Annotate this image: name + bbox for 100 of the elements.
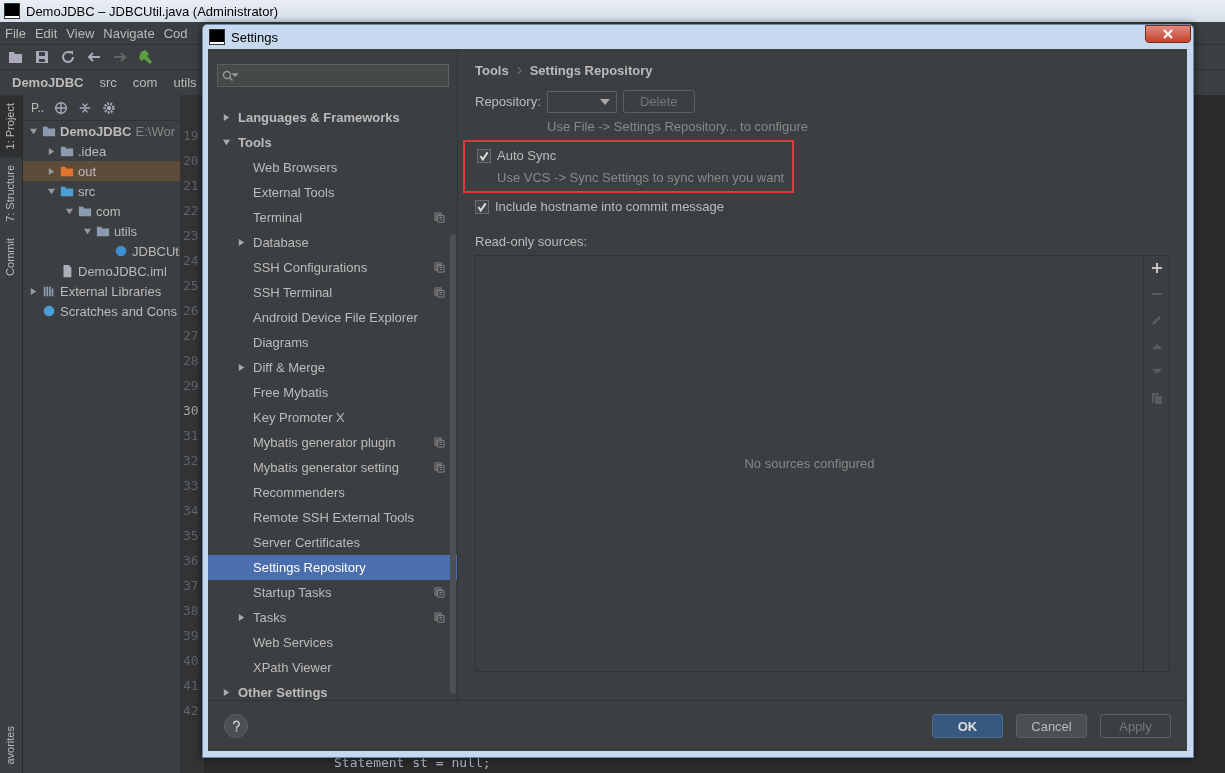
settings-icon[interactable] [102, 100, 117, 115]
settings-nav-item[interactable]: External Tools [208, 180, 457, 205]
save-icon[interactable] [34, 49, 50, 65]
settings-nav-item[interactable]: Web Services [208, 630, 457, 655]
expand-arrow-icon[interactable] [222, 138, 231, 147]
app-logo-icon [4, 3, 20, 19]
settings-nav-item[interactable]: Languages & Frameworks [208, 105, 457, 130]
menu-item[interactable]: View [66, 25, 95, 41]
expand-arrow-icon[interactable] [222, 113, 231, 122]
settings-nav-item[interactable]: Diagrams [208, 330, 457, 355]
section-label: Read-only sources: [475, 234, 588, 249]
scrollbar[interactable] [450, 234, 456, 694]
copy-icon [434, 262, 445, 273]
tree-item[interactable]: utils [23, 221, 180, 241]
open-folder-icon[interactable] [8, 49, 24, 65]
settings-nav-item[interactable]: Tasks [208, 605, 457, 630]
path-note: E:\Wor [135, 123, 175, 139]
search-field[interactable] [217, 64, 449, 87]
dialog-button[interactable]: Cancel [1016, 714, 1087, 738]
hint-text: Use File -> Settings Repository... to configure [547, 119, 809, 134]
settings-nav-item[interactable]: Mybatis generator plugin [208, 430, 457, 455]
checkbox-icon[interactable] [475, 199, 489, 214]
breadcrumb-item[interactable]: utils [173, 75, 197, 90]
tree-item[interactable]: DemoJDBC.iml [23, 261, 180, 281]
breadcrumb-item: Tools [475, 62, 509, 78]
empty-list-text: No sources configured [744, 456, 875, 471]
checkbox-icon[interactable] [477, 148, 491, 163]
expand-arrow-icon[interactable] [237, 363, 246, 372]
copy-icon [434, 437, 445, 448]
hostname-checkbox[interactable]: Include hostname into commit message [475, 199, 1170, 214]
folder-icon [96, 224, 110, 238]
add-icon[interactable] [1150, 262, 1163, 274]
breadcrumb-item[interactable]: com [132, 75, 158, 90]
collapse-icon[interactable] [78, 100, 93, 115]
menu-item[interactable]: Navigate [103, 25, 155, 41]
menu-item[interactable]: Edit [34, 25, 58, 41]
settings-nav-item[interactable]: XPath Viewer [208, 655, 457, 680]
caret-icon [599, 98, 610, 105]
tree-item[interactable]: com [23, 201, 180, 221]
expand-arrow-icon[interactable] [237, 238, 246, 247]
expand-arrow-icon[interactable] [237, 613, 246, 622]
view-mode-dropdown[interactable]: P.. [31, 100, 45, 115]
settings-nav-item[interactable]: Tools [208, 130, 457, 155]
ok-button[interactable]: OK [932, 714, 1003, 738]
tree-item-label: .idea [78, 143, 107, 159]
menu-item[interactable]: Cod [163, 25, 188, 41]
hammer-icon[interactable] [138, 49, 154, 65]
expand-arrow-icon[interactable] [29, 286, 38, 296]
close-button[interactable] [1145, 25, 1191, 43]
settings-nav-item[interactable]: Free Mybatis [208, 380, 457, 405]
tree-item-label: src [78, 183, 96, 199]
settings-nav-item[interactable]: Database [208, 230, 457, 255]
library-icon [42, 284, 56, 298]
tool-window-tab[interactable]: 1: Project [0, 95, 22, 158]
settings-nav-item[interactable]: Recommenders [208, 480, 457, 505]
folder-icon [60, 164, 74, 178]
tree-item[interactable]: DemoJDBC E:\Wor [23, 121, 180, 141]
tree-item[interactable]: .idea [23, 141, 180, 161]
folder-icon [78, 204, 92, 218]
settings-nav-item[interactable]: Remote SSH External Tools [208, 505, 457, 530]
tool-window-tab[interactable]: avorites [0, 718, 20, 773]
refresh-icon[interactable] [60, 49, 76, 65]
settings-nav-item[interactable]: Settings Repository [208, 555, 457, 580]
settings-nav-item[interactable]: Key Promoter X [208, 405, 457, 430]
copy-icon [434, 612, 445, 623]
copy-icon [434, 287, 445, 298]
search-icon [222, 69, 238, 82]
settings-nav-item[interactable]: Diff & Merge [208, 355, 457, 380]
expand-arrow-icon[interactable] [222, 688, 231, 697]
dialog-title: Settings [231, 29, 278, 45]
tree-item[interactable]: Scratches and Cons [23, 301, 180, 321]
tree-item[interactable]: out [23, 161, 180, 181]
settings-nav-item[interactable]: Android Device File Explorer [208, 305, 457, 330]
settings-nav-item[interactable]: Startup Tasks [208, 580, 457, 605]
settings-nav-item[interactable]: Other Settings [208, 680, 457, 705]
tree-item-label: Scratches and Cons [60, 303, 178, 319]
folder-icon [60, 184, 74, 198]
breadcrumb-item: Settings Repository [529, 62, 653, 78]
tree-item-label: DemoJDBC.iml [78, 263, 167, 279]
settings-nav-item[interactable]: Server Certificates [208, 530, 457, 555]
breadcrumb-item[interactable]: src [99, 75, 117, 90]
settings-nav-item[interactable]: Terminal [208, 205, 457, 230]
breadcrumb-item[interactable]: DemoJDBC [12, 75, 84, 90]
tool-window-tab[interactable]: Commit [0, 230, 22, 285]
hint-text: Use VCS -> Sync Settings to sync when you want [497, 170, 785, 185]
settings-nav-item[interactable]: Web Browsers [208, 155, 457, 180]
tree-item[interactable]: External Libraries [23, 281, 180, 301]
question-mark-icon [231, 720, 241, 732]
help-button[interactable] [224, 714, 248, 738]
settings-nav-item[interactable]: SSH Terminal [208, 280, 457, 305]
settings-nav-item[interactable]: Mybatis generator setting [208, 455, 457, 480]
tool-window-tab[interactable]: 7: Structure [0, 157, 22, 231]
tree-item-label: utils [114, 223, 138, 239]
crosshair-icon[interactable] [54, 100, 69, 115]
auto-sync-checkbox[interactable]: Auto Sync [477, 148, 785, 163]
tree-item[interactable]: src [23, 181, 180, 201]
copy-icon [434, 462, 445, 473]
menu-item[interactable]: File [5, 25, 26, 41]
close-icon [1163, 29, 1173, 39]
settings-nav-item[interactable]: SSH Configurations [208, 255, 457, 280]
